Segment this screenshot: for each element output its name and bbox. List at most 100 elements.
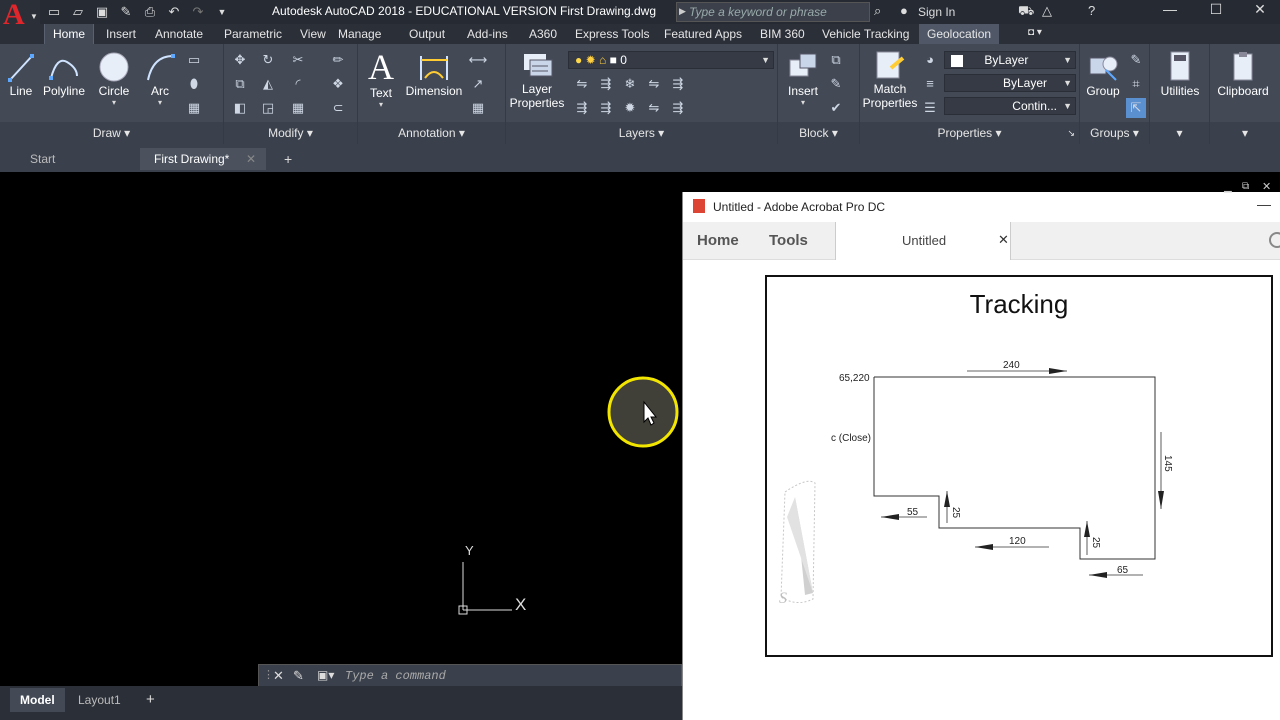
close-button[interactable]: ✕ xyxy=(1238,0,1280,22)
minimize-button[interactable]: — xyxy=(1148,0,1192,22)
group-tool[interactable]: Group xyxy=(1082,50,1124,98)
tab-model[interactable]: Model xyxy=(10,688,65,712)
group-selection-icon[interactable]: ⇱ xyxy=(1126,98,1146,118)
copy-icon[interactable]: ⧉ xyxy=(230,74,250,94)
insert-dropdown-icon[interactable]: ▾ xyxy=(782,98,824,107)
save-as-icon[interactable]: ✎ xyxy=(116,2,136,22)
print-icon[interactable]: ⎙ xyxy=(140,2,160,22)
fillet-icon[interactable]: ◜ xyxy=(288,74,308,94)
ungroup-icon[interactable]: ✎ xyxy=(1126,50,1146,70)
edit-attributes-icon[interactable]: ✔ xyxy=(826,98,846,118)
erase-icon[interactable]: ✏ xyxy=(328,50,348,70)
canvas-restore-icon[interactable]: ⧉ xyxy=(1242,181,1249,192)
linear-dimension-icon[interactable]: ⟷ xyxy=(468,50,488,70)
color-wheel-icon[interactable]: ◕ xyxy=(920,50,940,70)
lineweight-dropdown[interactable]: ByLayer ▼ xyxy=(944,74,1076,92)
ribbon-options-icon[interactable]: ◘ ▾ xyxy=(1020,24,1050,45)
open-file-icon[interactable]: ▱ xyxy=(68,2,88,22)
cart-icon[interactable]: ⛟ xyxy=(1018,3,1034,21)
utilities-panel-label[interactable]: ▾ xyxy=(1150,122,1209,144)
edit-block-icon[interactable]: ✎ xyxy=(826,74,846,94)
polyline-tool[interactable]: Polyline xyxy=(40,50,88,98)
new-file-icon[interactable]: ▭ xyxy=(44,2,64,22)
tab-view[interactable]: View xyxy=(292,24,334,45)
tab-bim-360[interactable]: BIM 360 xyxy=(752,24,813,45)
scale-icon[interactable]: ◲ xyxy=(258,98,278,118)
trim-icon[interactable]: ✂ xyxy=(288,50,308,70)
acrobat-home-tab[interactable]: Home xyxy=(697,232,739,249)
create-block-icon[interactable]: ⧉ xyxy=(826,50,846,70)
add-layout-icon[interactable]: + xyxy=(136,688,165,712)
hatch-icon[interactable]: ⬮ xyxy=(184,74,204,94)
rotate-icon[interactable]: ↻ xyxy=(258,50,278,70)
tab-featured-apps[interactable]: Featured Apps xyxy=(656,24,750,45)
tab-home[interactable]: Home xyxy=(44,24,95,45)
properties-launcher-icon[interactable]: ↘ xyxy=(1067,122,1075,144)
insert-tool[interactable]: Insert ▾ xyxy=(782,50,824,107)
redo-icon[interactable]: ↷ xyxy=(188,2,208,22)
save-icon[interactable]: ▣ xyxy=(92,2,112,22)
help-search-input[interactable] xyxy=(689,4,867,20)
new-tab-icon[interactable]: + xyxy=(270,148,292,170)
clipboard-panel-label[interactable]: ▾ xyxy=(1210,122,1280,144)
annotation-panel-label[interactable]: Annotation ▾ xyxy=(358,122,505,144)
layer-unisolate-icon[interactable]: ✹ xyxy=(620,98,640,118)
cmdline-customize-icon[interactable]: ✎ xyxy=(293,668,304,684)
help-icon[interactable]: ? xyxy=(1088,3,1095,18)
circle-tool[interactable]: Circle ▾ xyxy=(94,50,134,107)
block-panel-label[interactable]: Block ▾ xyxy=(778,122,859,144)
dimension-tool[interactable]: Dimension xyxy=(402,50,466,98)
array-icon[interactable]: ▦ xyxy=(288,98,308,118)
leader-icon[interactable]: ↗ xyxy=(468,74,488,94)
properties-panel-label[interactable]: Properties ▾ ↘ xyxy=(860,122,1079,144)
text-tool[interactable]: A Text ▾ xyxy=(362,48,400,109)
layer-off-icon[interactable]: ⇋ xyxy=(572,74,592,94)
modify-panel-label[interactable]: Modify ▾ xyxy=(224,122,357,144)
linetype-dropdown[interactable]: Contin... ▼ xyxy=(944,97,1076,115)
layer-freeze-icon[interactable]: ❄ xyxy=(620,74,640,94)
utilities-tool[interactable]: Utilities xyxy=(1152,50,1208,98)
explode-icon[interactable]: ❖ xyxy=(328,74,348,94)
layer-isolate-icon[interactable]: ⇶ xyxy=(596,74,616,94)
line-tool[interactable]: Line xyxy=(4,50,38,98)
acrobat-close-tab-icon[interactable]: ✕ xyxy=(998,232,1009,248)
tab-annotate[interactable]: Annotate xyxy=(147,24,211,45)
tab-a360[interactable]: A360 xyxy=(521,24,565,45)
tab-layout1[interactable]: Layout1 xyxy=(68,688,131,712)
stretch-icon[interactable]: ◧ xyxy=(230,98,250,118)
draw-panel-label[interactable]: Draw ▾ xyxy=(0,122,223,144)
user-icon[interactable]: ● xyxy=(900,3,908,18)
tab-add-ins[interactable]: Add-ins xyxy=(459,24,516,45)
move-icon[interactable]: ✥ xyxy=(230,50,250,70)
search-expand-icon[interactable]: ▶ xyxy=(679,6,686,17)
tab-parametric[interactable]: Parametric xyxy=(216,24,290,45)
tab-geolocation[interactable]: Geolocation xyxy=(919,24,1000,45)
qat-dropdown-icon[interactable]: ▼ xyxy=(212,2,232,22)
acrobat-document-area[interactable]: Tracking S 65,220 c (Close) 240 145 25 5… xyxy=(683,260,1280,720)
application-menu-button[interactable]: A ▼ xyxy=(0,0,40,44)
canvas-minimize-icon[interactable]: ▁ xyxy=(1224,182,1232,193)
tab-insert[interactable]: Insert xyxy=(98,24,144,45)
layer-unlock-icon[interactable]: ⇶ xyxy=(668,98,688,118)
arc-tool[interactable]: Arc ▾ xyxy=(140,50,180,107)
group-edit-icon[interactable]: ⌗ xyxy=(1126,74,1146,94)
layer-walk-icon[interactable]: ⇶ xyxy=(596,98,616,118)
layer-thaw-icon[interactable]: ⇋ xyxy=(644,98,664,118)
text-dropdown-icon[interactable]: ▾ xyxy=(362,100,400,109)
acrobat-help-icon[interactable] xyxy=(1269,232,1280,248)
rectangle-icon[interactable]: ▭ xyxy=(184,50,204,70)
circle-dropdown-icon[interactable]: ▾ xyxy=(94,98,134,107)
match-properties-tool[interactable]: Match Properties xyxy=(860,48,920,110)
undo-icon[interactable]: ↶ xyxy=(164,2,184,22)
gradient-icon[interactable]: ▦ xyxy=(184,98,204,118)
layers-panel-label[interactable]: Layers ▾ xyxy=(506,122,777,144)
tab-manage[interactable]: Manage xyxy=(330,24,389,45)
a360-icon[interactable]: △ xyxy=(1042,3,1052,19)
command-input[interactable] xyxy=(345,668,675,684)
cmdline-prompt-icon[interactable]: ▣▾ xyxy=(317,668,334,682)
mirror-icon[interactable]: ◭ xyxy=(258,74,278,94)
layer-make-current-icon[interactable]: ⇶ xyxy=(572,98,592,118)
drawing-canvas[interactable]: Y X xyxy=(0,172,682,686)
linetype-icon[interactable]: ☰ xyxy=(920,98,940,118)
table-icon[interactable]: ▦ xyxy=(468,98,488,118)
